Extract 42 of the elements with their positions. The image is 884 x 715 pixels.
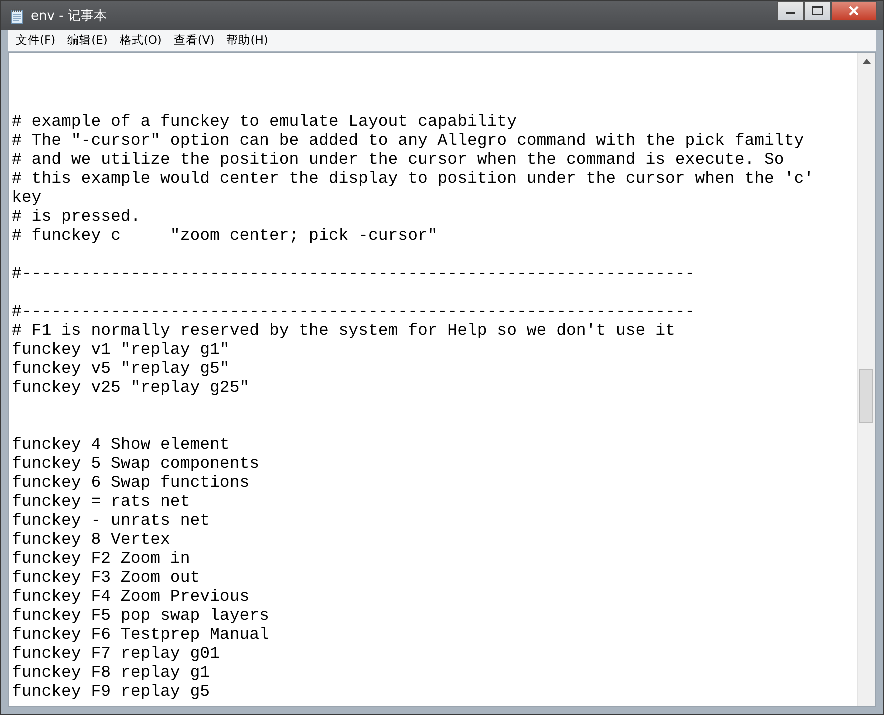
text-line: funckey F9 replay g5 [12,682,212,701]
scrollbar[interactable] [857,53,875,706]
text-line: funckey v5 "replay g5" [12,359,231,378]
text-line: funckey F3 Zoom out [12,568,202,587]
text-line: funckey v1 "replay g1" [12,340,231,359]
text-line: # The "-cursor" option can be added to any Allegro command with the pick familty [12,131,806,150]
text-line: funckey 5 Swap components [12,454,261,473]
close-icon [848,6,860,16]
text-line: funckey 8 Vertex [12,530,172,549]
notepad-icon [9,8,25,24]
text-line: funckey F4 Zoom Previous [12,587,251,606]
text-line: funckey F5 pop swap layers [12,606,270,625]
text-line: funckey F8 replay g1 [12,663,212,682]
minimize-button[interactable] [777,1,804,21]
text-line: # and we utilize the position under the cursor when the command is execute. So [12,150,786,169]
menu-item[interactable]: 帮助(H) [220,33,274,48]
text-line: key [12,188,43,207]
scrollbar-thumb[interactable] [859,369,873,423]
text-line: funckey 6 Swap functions [12,473,251,492]
text-line: funckey F2 Zoom in [12,549,192,568]
window-title: env - 记事本 [31,8,107,24]
scroll-up-icon[interactable] [862,59,870,64]
text-line: funckey 4 Show element [12,435,231,454]
text-line: # F1 is normally reserved by the system for Help so we don't use it [12,321,676,340]
menu-item[interactable]: 格式(O) [114,33,168,48]
text-line: #-------------------------------------------------------------------- [12,264,696,283]
menu-item[interactable]: 编辑(E) [62,33,114,48]
menu-item[interactable]: 查看(V) [168,33,221,48]
text-line: funckey F6 Testprep Manual [12,625,270,644]
close-button[interactable] [831,1,877,21]
text-line: funckey = rats net [12,492,192,511]
text-line: #-------------------------------------------------------------------- [12,302,696,321]
text-line: # this example would center the display to position under the cursor when the 'c' [12,169,816,188]
maximize-icon [812,6,824,16]
menu-item[interactable]: 文件(F) [10,33,62,48]
text-line: funckey v25 "replay g25" [12,378,251,397]
text-line: # example of a funckey to emulate Layout capability [12,112,518,131]
text-line: funckey F7 replay g01 [12,644,221,663]
maximize-button[interactable] [804,1,831,21]
text-line: funckey - unrats net [12,511,212,530]
text-line: # is pressed. [12,207,142,226]
text-line: # funckey c "zoom center; pick -cursor" [12,226,439,245]
